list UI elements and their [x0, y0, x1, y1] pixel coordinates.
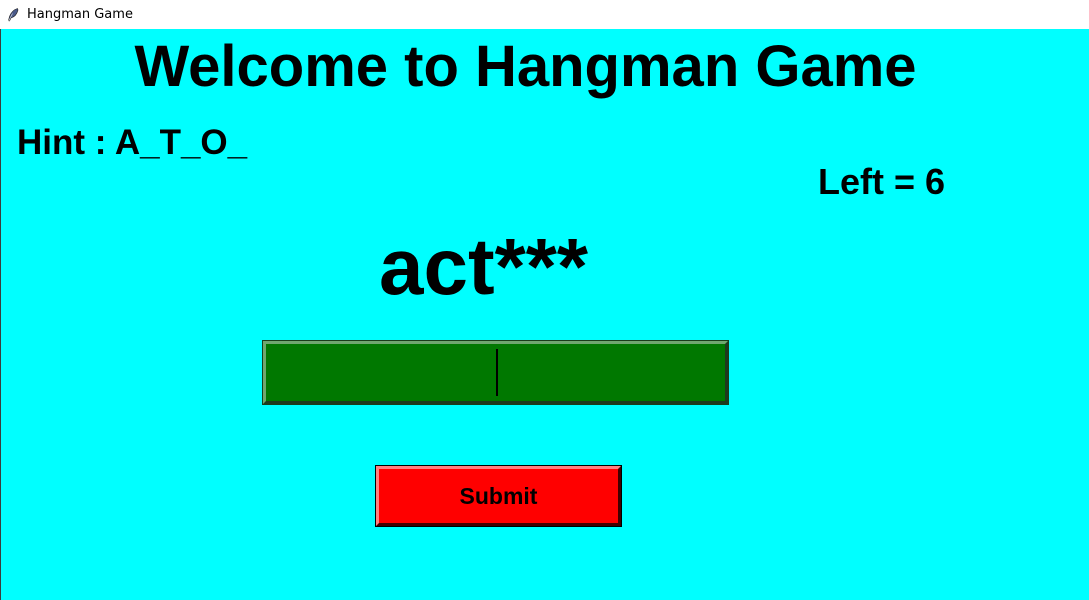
lives-left-label: Left = 6: [818, 161, 946, 202]
app-window: Hangman Game Welcome to Hangman Game Hin…: [0, 0, 1089, 600]
masked-word: act***: [379, 222, 589, 311]
text-caret: [496, 349, 498, 396]
page-title: Welcome to Hangman Game: [134, 34, 917, 99]
title-bar: Hangman Game: [0, 0, 1089, 29]
feather-icon: [5, 7, 21, 23]
game-canvas: Welcome to Hangman Game Hint : A_T_O_ Le…: [0, 29, 1089, 600]
hint-label: Hint : A_T_O_: [17, 123, 248, 162]
submit-button[interactable]: Submit: [375, 465, 622, 527]
guess-input[interactable]: [262, 340, 729, 405]
window-title: Hangman Game: [27, 7, 133, 22]
